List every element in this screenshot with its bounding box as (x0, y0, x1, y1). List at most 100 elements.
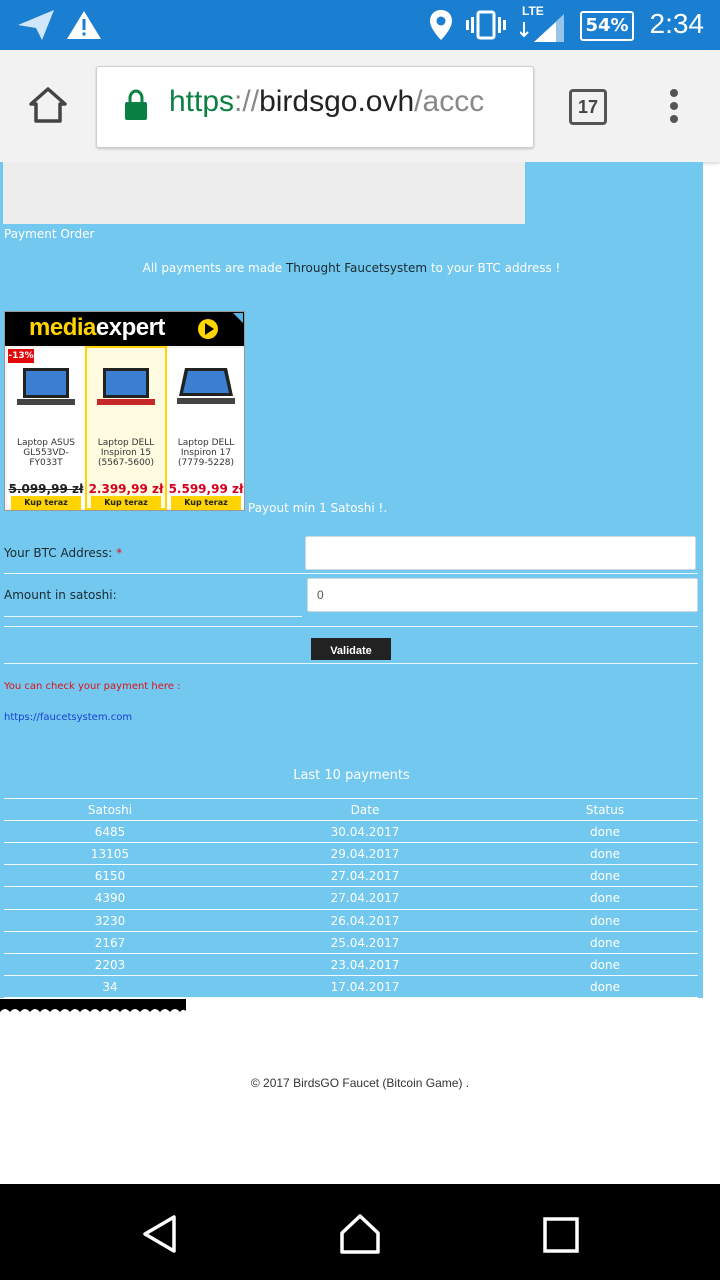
header-satoshi: Satoshi (87, 803, 133, 817)
row-divider (4, 886, 698, 887)
ad-product-price: 2.399,99 zł (88, 482, 164, 496)
ad-product-name: Laptop ASUS GL553VD-FY033T (16, 438, 76, 468)
cell-date: 27.04.2017 (330, 891, 400, 905)
row-divider (4, 909, 698, 910)
divider (4, 573, 698, 574)
amount-label: Amount in satoshi: (4, 588, 117, 602)
lock-icon (125, 89, 147, 120)
url-host: birdsgo.ovh (259, 85, 415, 118)
cell-status: done (590, 825, 620, 839)
divider (4, 616, 302, 617)
ad-product-2[interactable]: Laptop DELL Inspiron 15 (5567-5600) 2.39… (85, 346, 167, 510)
cell-status: done (590, 869, 620, 883)
divider (4, 663, 698, 664)
cell-satoshi: 2167 (94, 936, 126, 950)
battery-icon: 54% (580, 11, 634, 41)
navigation-icon (18, 10, 54, 40)
cell-satoshi: 6485 (94, 825, 126, 839)
ad-info-icon[interactable] (233, 313, 243, 323)
cell-satoshi: 3230 (94, 914, 126, 928)
ad-header: mediaexpert (5, 312, 244, 346)
signal-icon (520, 14, 564, 42)
cell-satoshi: 13105 (90, 847, 130, 861)
row-divider (4, 864, 698, 865)
ad-buy-button[interactable]: Kup teraz (171, 496, 241, 510)
cell-status: done (590, 936, 620, 950)
amount-input[interactable]: 0 (307, 578, 698, 612)
header-status: Status (585, 803, 625, 817)
payment-info: All payments are made Throught Faucetsys… (0, 261, 703, 275)
footer-copyright: © 2017 BirdsGO Faucet (Bitcoin Game) . (250, 1076, 470, 1090)
decorative-strip (0, 999, 186, 1012)
banner-placeholder (3, 162, 525, 224)
cell-date: 30.04.2017 (330, 825, 400, 839)
cell-date: 17.04.2017 (330, 980, 400, 994)
cell-date: 23.04.2017 (330, 958, 400, 972)
required-mark: * (116, 546, 123, 560)
discount-badge: -13% (8, 349, 34, 363)
row-divider (4, 842, 698, 843)
cell-date: 26.04.2017 (330, 914, 400, 928)
play-icon (198, 319, 218, 339)
cell-status: done (590, 958, 620, 972)
overflow-menu-icon[interactable] (664, 88, 684, 124)
cell-satoshi: 4390 (94, 891, 126, 905)
divider (4, 626, 698, 627)
last-payments-title: Last 10 payments (293, 768, 410, 783)
ad-product-3[interactable]: Laptop DELL Inspiron 17 (7779-5228) 5.59… (167, 348, 244, 510)
clock: 2:34 (649, 8, 705, 39)
status-bar: LTE 54% 2:34 (0, 0, 720, 50)
home-icon[interactable] (28, 86, 68, 124)
laptop-icon (17, 368, 75, 405)
ad-buy-button[interactable]: Kup teraz (91, 496, 161, 510)
url-path: /accc (414, 85, 485, 118)
location-icon (430, 10, 452, 40)
vibrate-icon (466, 10, 506, 40)
url-protocol: https (169, 85, 235, 118)
cell-date: 27.04.2017 (330, 869, 400, 883)
row-divider (4, 953, 698, 954)
ad-product-price: 5.599,99 zł (168, 482, 244, 496)
cell-status: done (590, 914, 620, 928)
cell-satoshi: 2203 (94, 958, 126, 972)
row-divider (4, 975, 698, 976)
cell-status: done (590, 847, 620, 861)
check-payment-label: You can check your payment here : (4, 681, 181, 692)
btc-address-input[interactable] (305, 536, 696, 570)
warning-icon (67, 11, 101, 39)
laptop-icon (97, 368, 155, 405)
ad-product-name: Laptop DELL Inspiron 15 (5567-5600) (97, 438, 155, 468)
wave-decoration (0, 1009, 186, 1012)
recents-icon[interactable] (543, 1217, 579, 1253)
home-nav-icon[interactable] (339, 1213, 381, 1255)
validate-button[interactable]: Validate (311, 638, 391, 660)
ad-product-1[interactable]: Laptop ASUS GL553VD-FY033T 5.099,99 zł K… (7, 348, 85, 510)
cell-status: done (590, 891, 620, 905)
faucetsystem-url-link[interactable]: https://faucetsystem.com (4, 712, 132, 723)
header-date: Date (350, 803, 380, 817)
ad-buy-button[interactable]: Kup teraz (11, 496, 81, 510)
tab-switcher-button[interactable]: 17 (569, 89, 607, 125)
url-bar[interactable]: https://birdsgo.ovh/accc (96, 66, 534, 148)
back-icon[interactable] (140, 1214, 180, 1254)
cell-satoshi: 34 (102, 980, 118, 994)
ad-product-name: Laptop DELL Inspiron 17 (7779-5228) (177, 438, 235, 468)
table-border (4, 798, 698, 799)
cell-date: 25.04.2017 (330, 936, 400, 950)
faucetsystem-link[interactable]: Throught Faucetsystem (286, 261, 427, 275)
ad-product-price: 5.099,99 zł (8, 482, 84, 496)
mediaexpert-logo: mediaexpert (29, 314, 165, 341)
payout-min-label: Payout min 1 Satoshi !. (248, 501, 388, 515)
cell-satoshi: 6150 (94, 869, 126, 883)
cell-status: done (590, 980, 620, 994)
table-border (4, 820, 698, 821)
url-separator: :// (234, 85, 260, 118)
payment-info-suffix: to your BTC address ! (430, 261, 561, 275)
url-text: https://birdsgo.ovh/accc (169, 85, 484, 119)
row-divider (4, 931, 698, 932)
table-border (4, 997, 698, 998)
btc-address-label: Your BTC Address: * (4, 546, 123, 560)
payment-order-label: Payment Order (4, 227, 95, 241)
laptop-icon (177, 368, 235, 404)
advertisement[interactable]: mediaexpert Laptop ASUS GL553VD-FY033T 5… (4, 311, 245, 511)
